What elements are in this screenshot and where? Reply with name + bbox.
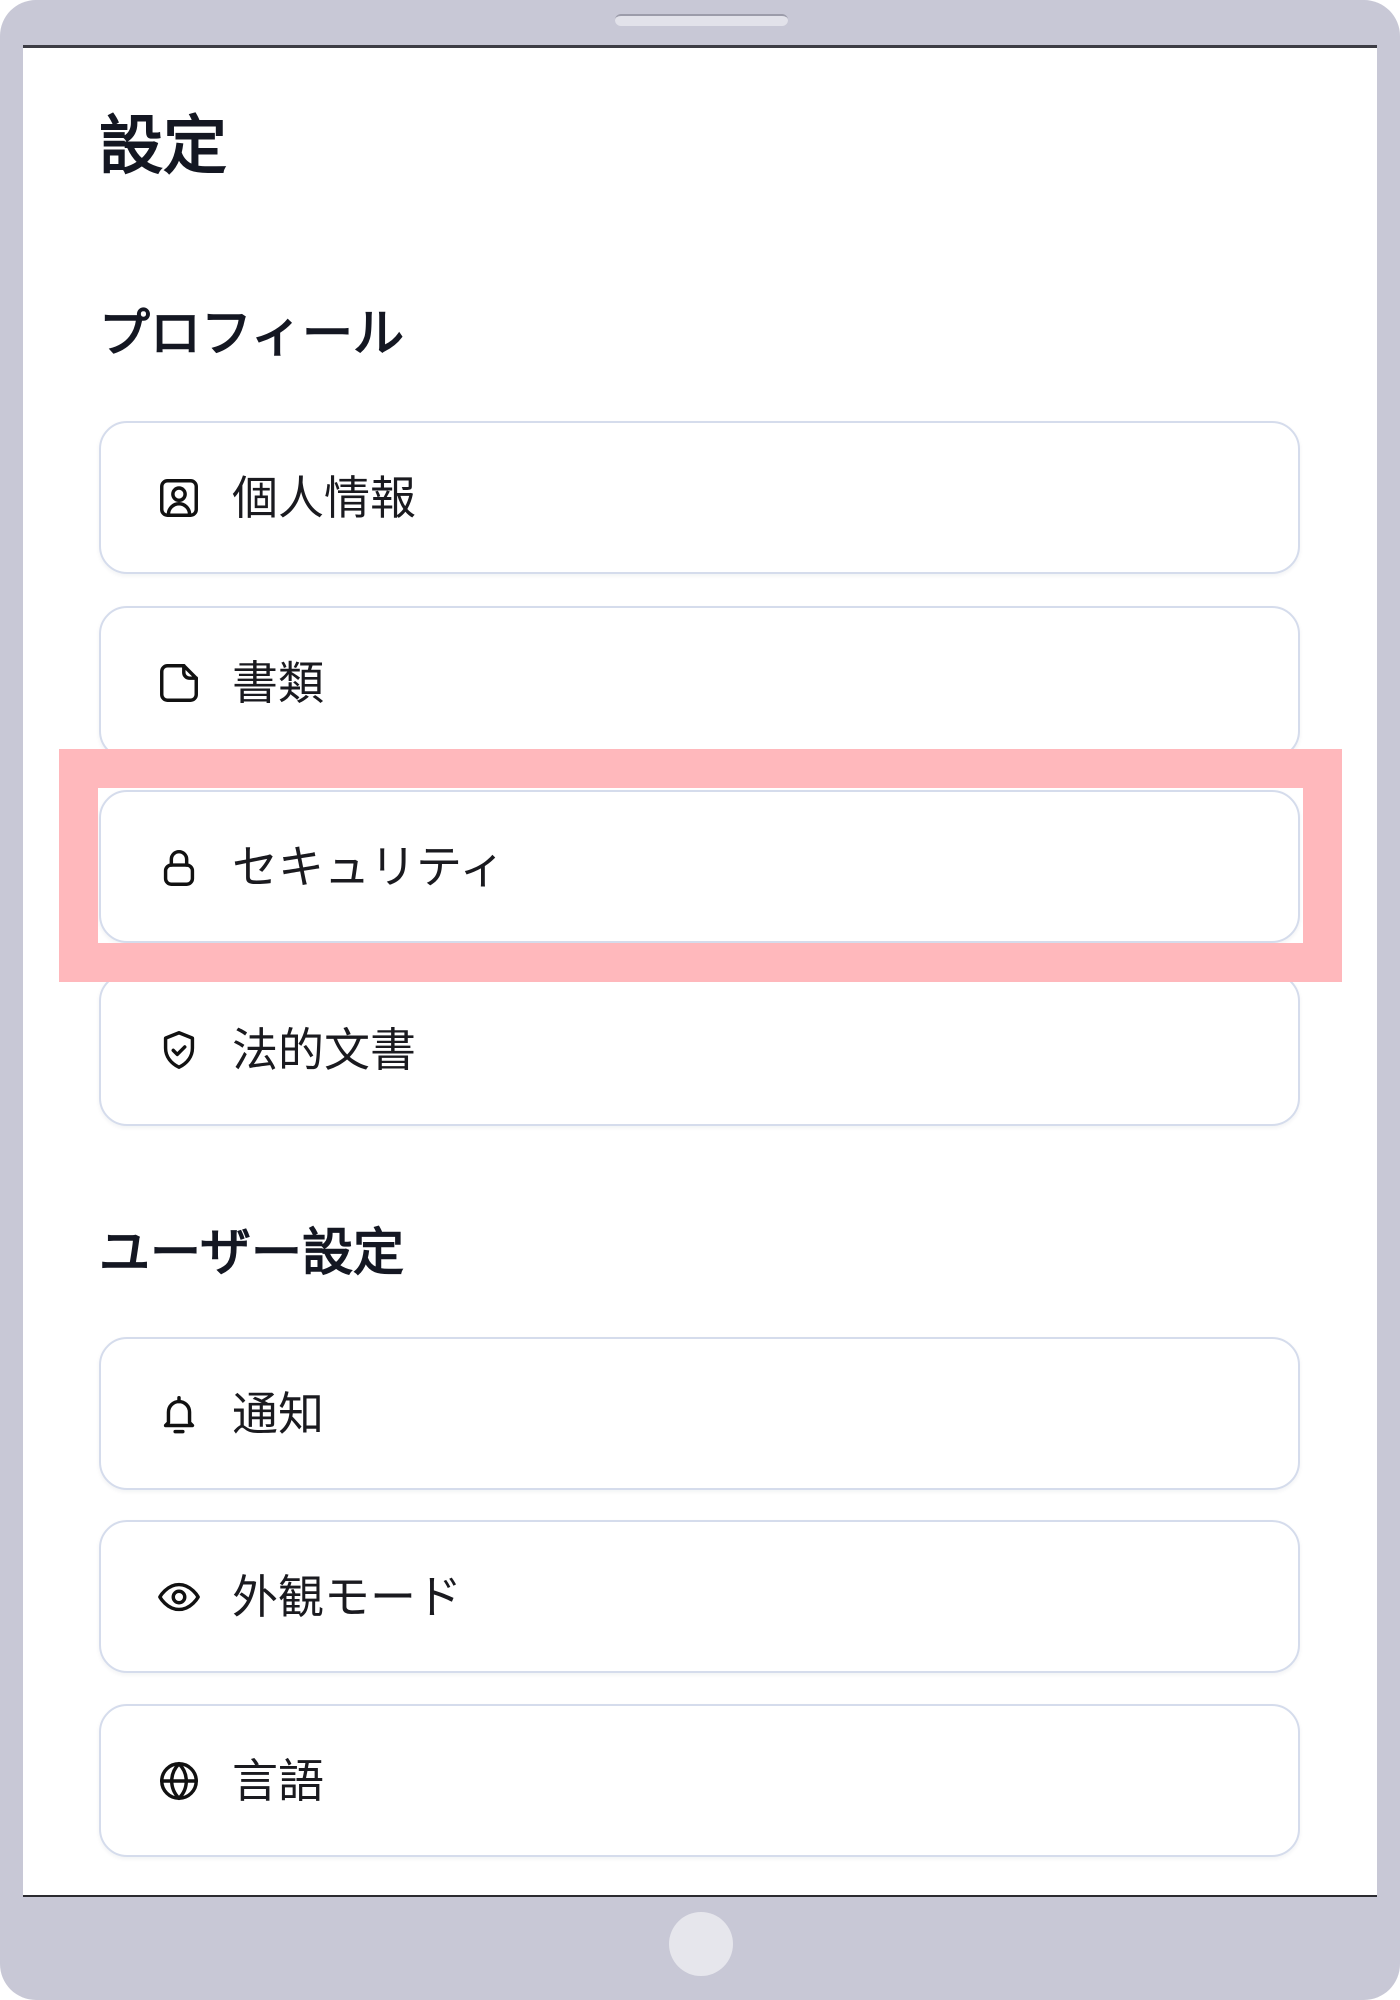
shield-check-icon — [156, 1027, 202, 1073]
settings-item-label: 法的文書 — [232, 1022, 416, 1077]
speaker-grille — [615, 14, 788, 26]
settings-item-notifications[interactable]: 通知 — [99, 1337, 1300, 1490]
globe-icon — [156, 1758, 202, 1804]
settings-item-personal-info[interactable]: 個人情報 — [99, 421, 1300, 574]
settings-screen: 設定 プロフィール 個人情報 書類 セキュリティ 法的文書 ユーザー設定 通知 … — [23, 45, 1377, 1897]
file-icon — [156, 660, 202, 706]
lock-icon — [156, 844, 202, 890]
settings-item-legal-documents[interactable]: 法的文書 — [99, 973, 1300, 1126]
home-button[interactable] — [669, 1912, 733, 1976]
eye-icon — [156, 1574, 202, 1620]
settings-item-language[interactable]: 言語 — [99, 1704, 1300, 1857]
user-square-icon — [156, 475, 202, 521]
settings-item-label: 通知 — [232, 1386, 324, 1441]
settings-item-label: 外観モード — [232, 1569, 462, 1624]
section-heading-profile: プロフィール — [99, 305, 404, 364]
settings-item-security[interactable]: セキュリティ — [99, 790, 1300, 943]
settings-item-label: 言語 — [232, 1753, 324, 1808]
tablet-frame: 設定 プロフィール 個人情報 書類 セキュリティ 法的文書 ユーザー設定 通知 … — [0, 0, 1400, 2000]
bell-icon — [156, 1391, 202, 1437]
settings-item-documents[interactable]: 書類 — [99, 606, 1300, 759]
section-heading-user-settings: ユーザー設定 — [99, 1224, 404, 1283]
settings-item-label: セキュリティ — [232, 839, 506, 894]
settings-item-appearance[interactable]: 外観モード — [99, 1520, 1300, 1673]
page-title: 設定 — [99, 110, 227, 184]
settings-item-label: 書類 — [232, 655, 324, 710]
settings-item-label: 個人情報 — [232, 470, 416, 525]
